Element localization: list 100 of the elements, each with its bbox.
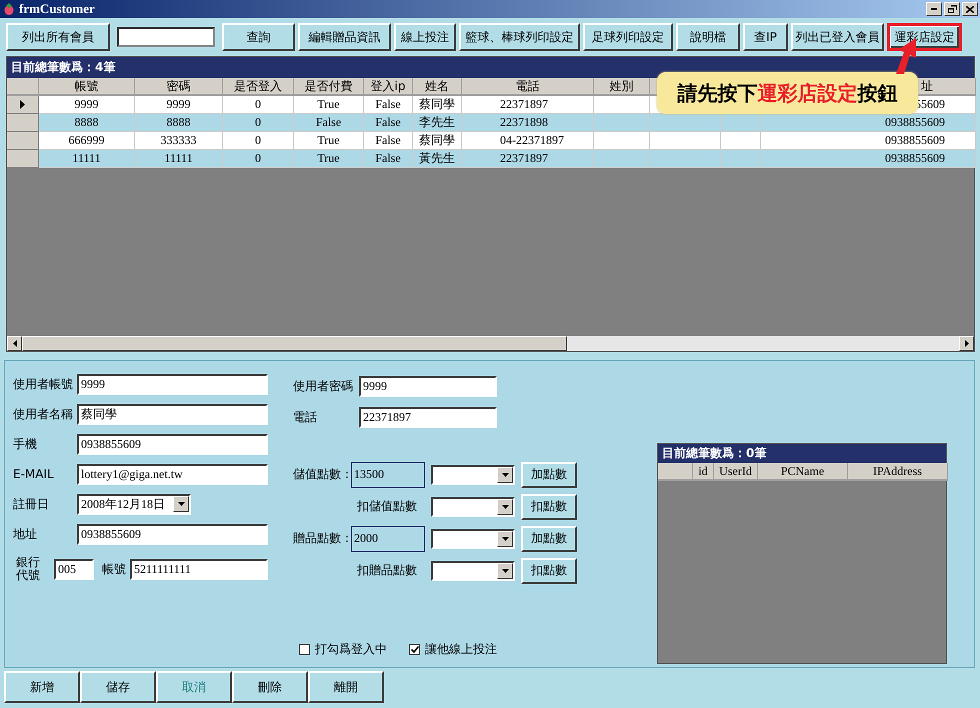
search-field[interactable] (117, 27, 215, 47)
table-cell: 333333 (135, 132, 223, 150)
dropdown-field[interactable] (431, 464, 515, 484)
checkbox[interactable] (409, 644, 420, 655)
points-button[interactable]: 加點數 (521, 462, 577, 488)
restore-button[interactable] (944, 2, 960, 16)
table-cell: 22371897 (462, 150, 594, 168)
input-field[interactable]: 22371897 (359, 407, 497, 428)
toolbar-button[interactable]: 籃球、棒球列印設定 (459, 23, 580, 51)
input-field[interactable]: 9999 (77, 374, 268, 394)
grid-caption: 目前總筆數爲：4筆 (7, 57, 974, 78)
table-cell (594, 96, 650, 114)
input-field[interactable]: 005 (54, 558, 94, 580)
dropdown-arrow-icon (502, 504, 508, 508)
dropdown-field[interactable] (431, 560, 515, 580)
table-cell: 11111 (39, 150, 135, 168)
scroll-left-button[interactable] (7, 336, 22, 351)
toolbar-button[interactable]: 足球列印設定 (583, 23, 673, 51)
column-header[interactable]: IPAddress (848, 463, 948, 481)
points-button[interactable]: 加點數 (521, 526, 577, 552)
input-field[interactable]: 5211111111 (130, 558, 268, 580)
column-header[interactable]: 是否登入 (223, 78, 294, 96)
table-cell: 0938855609 (761, 150, 976, 168)
input-field[interactable]: 0938855609 (77, 524, 268, 544)
column-header[interactable]: id (693, 463, 714, 481)
table-cell: 李先生 (413, 114, 462, 132)
column-header[interactable]: 姓別 (594, 78, 650, 96)
toolbar-button[interactable]: 查詢 (222, 23, 295, 51)
table-cell: 蔡同學 (413, 96, 462, 114)
left-triangle-icon (12, 340, 16, 347)
table-cell: 0 (223, 114, 294, 132)
points-button[interactable]: 扣點數 (521, 494, 577, 520)
table-cell (650, 132, 721, 150)
toolbar-button[interactable]: 查IP (743, 23, 788, 51)
scroll-right-button[interactable] (959, 336, 974, 351)
table-cell: 8888 (135, 114, 223, 132)
points-value: 13500 (351, 462, 425, 488)
minimize-button[interactable] (926, 2, 942, 16)
toolbar-button[interactable]: 列出所有會員 (6, 23, 110, 51)
column-header[interactable]: 登入ip (364, 78, 413, 96)
action-button[interactable]: 新增 (4, 671, 80, 703)
toolbar-button[interactable]: 列出已登入會員 (791, 23, 884, 51)
dropdown-arrow-icon (502, 472, 508, 476)
toolbar-button[interactable]: 說明檔 (676, 23, 740, 51)
action-button[interactable]: 儲存 (80, 671, 156, 703)
field-label: 電話 (293, 409, 318, 426)
row-header[interactable] (7, 96, 39, 114)
column-header[interactable]: 帳號 (39, 78, 135, 96)
input-field[interactable]: 蔡同學 (77, 404, 268, 424)
scrollbar-thumb[interactable] (22, 336, 567, 351)
checkbox-label: 打勾爲登入中 (315, 641, 387, 658)
field-label: 帳號 (102, 560, 126, 578)
window-title: frmCustomer (19, 1, 96, 17)
table-cell (721, 150, 761, 168)
column-header[interactable]: UserId (714, 463, 758, 481)
toolbar-button[interactable]: 線上投注 (394, 23, 456, 51)
table-cell: True (294, 132, 364, 150)
table-cell (650, 114, 721, 132)
points-button[interactable]: 扣點數 (521, 558, 577, 584)
table-cell: True (294, 150, 364, 168)
table-cell: 8888 (39, 114, 135, 132)
column-header[interactable]: 姓名 (413, 78, 462, 96)
column-header[interactable]: 是否付費 (294, 78, 364, 96)
column-header[interactable]: 密碼 (135, 78, 223, 96)
table-cell: 666999 (39, 132, 135, 150)
checkbox[interactable] (299, 644, 310, 655)
field-label: 贈品點數： (293, 530, 351, 547)
dropdown-field[interactable] (431, 528, 515, 548)
action-button[interactable]: 離開 (308, 671, 384, 703)
restore-icon (948, 5, 956, 13)
table-cell: 0 (223, 132, 294, 150)
table-cell: True (294, 96, 364, 114)
action-button[interactable]: 刪除 (232, 671, 308, 703)
table-cell: 22371897 (462, 96, 594, 114)
table-cell: 0938855609 (761, 132, 976, 150)
toolbar-button[interactable]: 編輯贈品資訊 (298, 23, 391, 51)
minimize-icon (931, 8, 937, 10)
input-field[interactable]: 0938855609 (77, 434, 268, 454)
hint-tooltip: 請先按下運彩店設定按鈕 (657, 72, 918, 114)
current-row-icon (20, 100, 25, 109)
field-label: E-MAIL (13, 467, 55, 481)
field-label: 地址 (13, 526, 38, 542)
table-cell: False (364, 132, 413, 150)
dropdown-field[interactable] (431, 496, 515, 516)
table-cell: False (364, 150, 413, 168)
close-button[interactable] (962, 2, 978, 16)
input-field[interactable]: lottery1@giga.net.tw (77, 464, 268, 484)
table-cell (594, 114, 650, 132)
input-field[interactable]: 9999 (359, 376, 497, 397)
table-cell (721, 114, 761, 132)
dropdown-arrow-icon (502, 536, 508, 540)
table-cell: False (294, 114, 364, 132)
column-header[interactable]: PCName (758, 463, 848, 481)
table-cell: 11111 (135, 150, 223, 168)
table-cell (594, 150, 650, 168)
corner-header (658, 463, 693, 481)
points-value: 2000 (351, 526, 425, 552)
column-header[interactable]: 電話 (462, 78, 594, 96)
date-picker[interactable]: 2008年12月18日 (77, 494, 191, 514)
horizontal-scrollbar[interactable] (7, 336, 974, 351)
